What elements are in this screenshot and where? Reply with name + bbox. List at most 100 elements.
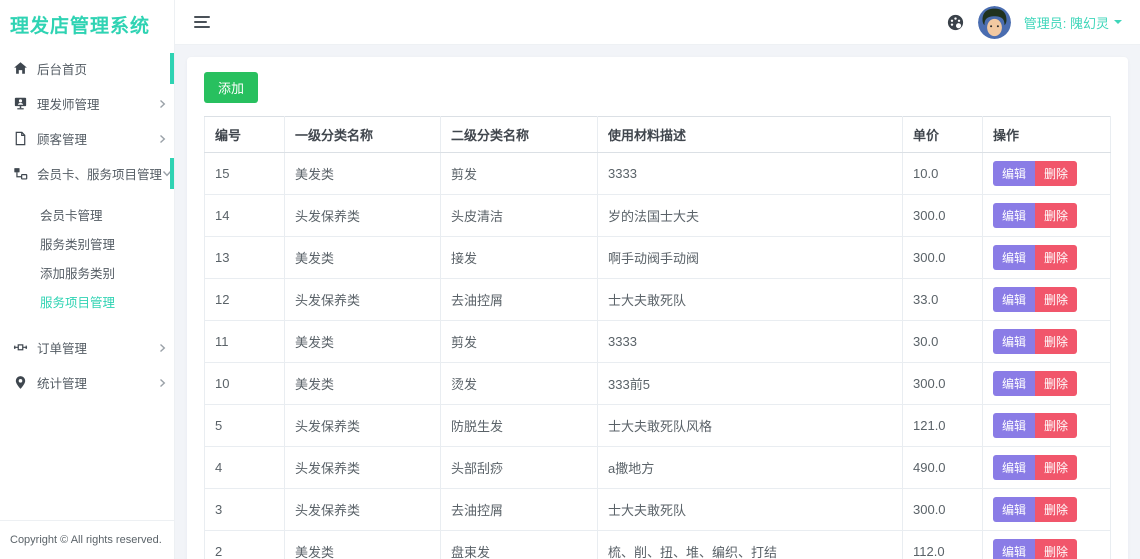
chevron-down-icon — [162, 170, 172, 177]
cell-price: 10.0 — [902, 152, 983, 195]
submenu-item-add-service-category[interactable]: 添加服务类别 — [0, 258, 174, 287]
cell-id: 10 — [204, 362, 285, 405]
edit-button[interactable]: 编辑 — [993, 287, 1036, 312]
submenu-item-label: 服务类别管理 — [40, 238, 116, 252]
table-row: 3 头发保养类 去油控屑 士大夫敢死队 300.0 编辑 删除 — [204, 488, 1111, 531]
cell-price: 300.0 — [902, 236, 983, 279]
home-icon — [12, 61, 28, 77]
cell-price: 300.0 — [902, 194, 983, 237]
cell-category1: 头发保养类 — [284, 404, 441, 447]
edit-button[interactable]: 编辑 — [993, 329, 1036, 354]
sidebar-toggle-icon[interactable] — [194, 16, 210, 28]
column-header-actions: 操作 — [982, 116, 1111, 153]
delete-button[interactable]: 删除 — [1035, 245, 1078, 270]
column-header-description: 使用材料描述 — [597, 116, 903, 153]
cell-actions: 编辑 删除 — [982, 152, 1111, 195]
cell-category2: 烫发 — [440, 362, 598, 405]
cell-description: 士大夫敢死队 — [597, 488, 903, 531]
submenu-item-service-categories[interactable]: 服务类别管理 — [0, 229, 174, 258]
cell-id: 11 — [204, 320, 285, 363]
cell-description: 岁的法国士大夫 — [597, 194, 903, 237]
row-action-group: 编辑 删除 — [993, 287, 1078, 312]
table-row: 13 美发类 接发 啊手动阀手动阀 300.0 编辑 删除 — [204, 236, 1111, 279]
sidebar-item-barbers[interactable]: 理发师管理 — [0, 86, 174, 121]
column-header-category1: 一级分类名称 — [284, 116, 441, 153]
submenu-item-service-projects[interactable]: 服务项目管理 — [0, 287, 174, 316]
edit-button[interactable]: 编辑 — [993, 245, 1036, 270]
delete-button[interactable]: 删除 — [1035, 287, 1078, 312]
sidebar-item-orders[interactable]: 订单管理 — [0, 330, 174, 365]
cell-description: 士大夫敢死队 — [597, 278, 903, 321]
cell-description: 啊手动阀手动阀 — [597, 236, 903, 279]
user-avatar[interactable] — [977, 5, 1011, 39]
cell-category2: 剪发 — [440, 152, 598, 195]
submenu-item-label: 会员卡管理 — [40, 209, 103, 223]
row-action-group: 编辑 删除 — [993, 413, 1078, 438]
edit-button[interactable]: 编辑 — [993, 497, 1036, 522]
row-action-group: 编辑 删除 — [993, 329, 1078, 354]
table-header-row: 编号 一级分类名称 二级分类名称 使用材料描述 单价 操作 — [204, 116, 1111, 153]
cell-id: 5 — [204, 404, 285, 447]
cell-actions: 编辑 删除 — [982, 530, 1111, 559]
edit-button[interactable]: 编辑 — [993, 539, 1036, 559]
sidebar-item-membership-services[interactable]: 会员卡、服务项目管理 — [0, 156, 174, 191]
app-title: 理发店管理系统 — [10, 16, 151, 37]
cell-description: 梳、削、扭、堆、编织、打结 — [597, 530, 903, 559]
cell-id: 4 — [204, 446, 285, 489]
submenu-item-label: 服务项目管理 — [40, 296, 116, 310]
add-button[interactable]: 添加 — [204, 72, 259, 103]
delete-button[interactable]: 删除 — [1035, 539, 1078, 559]
cell-actions: 编辑 删除 — [982, 194, 1111, 237]
row-action-group: 编辑 删除 — [993, 161, 1078, 186]
row-action-group: 编辑 删除 — [993, 497, 1078, 522]
edit-button[interactable]: 编辑 — [993, 371, 1036, 396]
chevron-right-icon — [159, 134, 166, 144]
theme-palette-icon[interactable] — [946, 13, 965, 32]
table-body: 15 美发类 剪发 3333 10.0 编辑 删除 14 头发保养类 头皮清洁 … — [204, 152, 1111, 559]
delete-button[interactable]: 删除 — [1035, 371, 1078, 396]
cell-category2: 防脱生发 — [440, 404, 598, 447]
submenu-item-membership-cards[interactable]: 会员卡管理 — [0, 200, 174, 229]
row-action-group: 编辑 删除 — [993, 245, 1078, 270]
cell-actions: 编辑 删除 — [982, 488, 1111, 531]
delete-button[interactable]: 删除 — [1035, 329, 1078, 354]
delete-button[interactable]: 删除 — [1035, 203, 1078, 228]
service-projects-table: 编号 一级分类名称 二级分类名称 使用材料描述 单价 操作 15 美发类 剪发 … — [204, 116, 1111, 559]
table-row: 11 美发类 剪发 3333 30.0 编辑 删除 — [204, 320, 1111, 363]
sidebar-item-label: 统计管理 — [37, 377, 88, 391]
cell-price: 30.0 — [902, 320, 983, 363]
topbar-right: 管理员: 隗幻灵 — [946, 5, 1122, 39]
content-area: 添加 编号 一级分类名称 二级分类名称 使用材料描述 单价 操作 15 美发类 … — [175, 45, 1140, 559]
table-row: 5 头发保养类 防脱生发 士大夫敢死队风格 121.0 编辑 删除 — [204, 404, 1111, 447]
column-header-price: 单价 — [902, 116, 983, 153]
cell-category1: 头发保养类 — [284, 194, 441, 237]
sidebar-item-dashboard[interactable]: 后台首页 — [0, 51, 174, 86]
service-projects-panel: 添加 编号 一级分类名称 二级分类名称 使用材料描述 单价 操作 15 美发类 … — [187, 57, 1128, 559]
sitemap-icon — [12, 166, 28, 182]
sidebar-item-customers[interactable]: 顾客管理 — [0, 121, 174, 156]
cell-id: 14 — [204, 194, 285, 237]
delete-button[interactable]: 删除 — [1035, 413, 1078, 438]
delete-button[interactable]: 删除 — [1035, 455, 1078, 480]
admin-user-menu[interactable]: 管理员: 隗幻灵 — [1024, 13, 1122, 32]
sidebar-item-statistics[interactable]: 统计管理 — [0, 365, 174, 400]
cell-category2: 剪发 — [440, 320, 598, 363]
cell-category1: 美发类 — [284, 362, 441, 405]
edit-button[interactable]: 编辑 — [993, 203, 1036, 228]
admin-user-label: 管理员: 隗幻灵 — [1023, 15, 1109, 31]
delete-button[interactable]: 删除 — [1035, 497, 1078, 522]
cell-actions: 编辑 删除 — [982, 446, 1111, 489]
table-row: 4 头发保养类 头部刮痧 a撒地方 490.0 编辑 删除 — [204, 446, 1111, 489]
row-action-group: 编辑 删除 — [993, 539, 1078, 559]
cell-category2: 去油控屑 — [440, 488, 598, 531]
edit-button[interactable]: 编辑 — [993, 455, 1036, 480]
delete-button[interactable]: 删除 — [1035, 161, 1078, 186]
cell-price: 33.0 — [902, 278, 983, 321]
cell-description: 士大夫敢死队风格 — [597, 404, 903, 447]
sidebar: 理发店管理系统 后台首页 理发师管理 顾客管理 会员卡、服务项目管理 会员卡管理… — [0, 0, 175, 559]
edit-button[interactable]: 编辑 — [993, 161, 1036, 186]
cell-actions: 编辑 删除 — [982, 320, 1111, 363]
edit-button[interactable]: 编辑 — [993, 413, 1036, 438]
cell-id: 3 — [204, 488, 285, 531]
cell-category2: 头部刮痧 — [440, 446, 598, 489]
